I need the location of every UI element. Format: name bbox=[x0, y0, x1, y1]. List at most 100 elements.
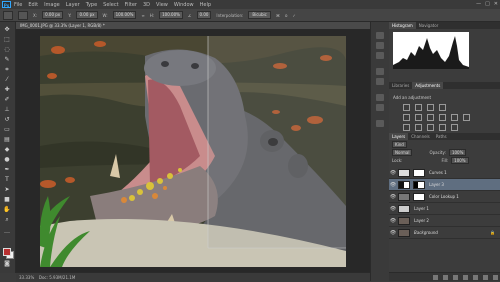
history-panel-icon[interactable] bbox=[376, 32, 384, 39]
layer-row[interactable]: 👁 Color Lookup 1 bbox=[389, 191, 500, 203]
brush-presets-panel-icon[interactable] bbox=[376, 52, 384, 59]
visibility-eye-icon[interactable]: 👁 bbox=[389, 206, 397, 212]
pen-tool-icon[interactable]: ✒ bbox=[3, 166, 11, 174]
menu-window[interactable]: Window bbox=[174, 2, 194, 8]
threshold-icon[interactable] bbox=[427, 124, 434, 131]
x-field[interactable]: 0.00 px bbox=[42, 11, 64, 19]
tab-navigator[interactable]: Navigator bbox=[416, 22, 442, 29]
brush-tool-icon[interactable]: ✐ bbox=[3, 96, 11, 104]
layer-row[interactable]: 👁 Layer 2 bbox=[389, 215, 500, 227]
selective-color-icon[interactable] bbox=[451, 124, 458, 131]
menu-3d[interactable]: 3D bbox=[143, 2, 150, 8]
quick-select-tool-icon[interactable]: ✎ bbox=[3, 56, 11, 64]
menu-view[interactable]: View bbox=[156, 2, 168, 8]
zoom-tool-icon[interactable]: ⌕ bbox=[3, 216, 11, 224]
menu-filter[interactable]: Filter bbox=[125, 2, 137, 8]
move-tool-icon[interactable]: ✥ bbox=[3, 26, 11, 34]
foreground-color-swatch[interactable] bbox=[3, 248, 11, 256]
menu-help[interactable]: Help bbox=[200, 2, 211, 8]
layer-row[interactable]: 👁 Curves 1 bbox=[389, 167, 500, 179]
tab-channels[interactable]: Channels bbox=[408, 133, 433, 140]
layer-mask-thumbnail[interactable] bbox=[413, 180, 425, 189]
gradient-tool-icon[interactable]: ▤ bbox=[3, 136, 11, 144]
new-group-icon[interactable] bbox=[473, 274, 478, 280]
eraser-tool-icon[interactable]: ▭ bbox=[3, 126, 11, 134]
tab-adjustments[interactable]: Adjustments bbox=[412, 82, 444, 89]
paragraph-panel-icon[interactable] bbox=[376, 78, 384, 85]
menu-image[interactable]: Image bbox=[44, 2, 60, 8]
visibility-eye-icon[interactable]: 👁 bbox=[389, 182, 397, 188]
info-panel-icon[interactable] bbox=[376, 94, 384, 101]
minimize-button[interactable]: — bbox=[476, 1, 481, 7]
visibility-eye-icon[interactable]: 👁 bbox=[389, 194, 397, 200]
levels-icon[interactable] bbox=[415, 104, 422, 111]
blur-tool-icon[interactable]: ◆ bbox=[3, 146, 11, 154]
menu-layer[interactable]: Layer bbox=[66, 2, 80, 8]
fx-icon[interactable] bbox=[443, 274, 448, 280]
tab-paths[interactable]: Paths bbox=[433, 133, 450, 140]
channel-mixer-icon[interactable] bbox=[463, 114, 470, 121]
maximize-button[interactable]: □ bbox=[485, 1, 490, 7]
brightness-contrast-icon[interactable] bbox=[403, 104, 410, 111]
fill-field[interactable]: 100% bbox=[451, 157, 469, 164]
menu-select[interactable]: Select bbox=[103, 2, 118, 8]
properties-panel-icon[interactable] bbox=[376, 42, 384, 49]
link-layers-icon[interactable] bbox=[433, 274, 438, 280]
eyedropper-tool-icon[interactable]: ⁄ bbox=[3, 76, 11, 84]
path-selection-tool-icon[interactable]: ➤ bbox=[3, 186, 11, 194]
quick-mask-icon[interactable]: ◙ bbox=[3, 260, 11, 268]
cancel-transform-icon[interactable]: ⦸ bbox=[285, 13, 288, 18]
character-panel-icon[interactable] bbox=[376, 68, 384, 75]
document-canvas[interactable] bbox=[40, 36, 346, 267]
actions-panel-icon[interactable] bbox=[376, 120, 384, 127]
delete-layer-icon[interactable] bbox=[493, 274, 498, 280]
more-tools-icon[interactable]: … bbox=[3, 228, 11, 236]
photo-filter-icon[interactable] bbox=[451, 114, 458, 121]
hand-tool-icon[interactable]: ✋ bbox=[3, 206, 11, 214]
gradient-map-icon[interactable] bbox=[439, 124, 446, 131]
visibility-eye-icon[interactable]: 👁 bbox=[389, 170, 397, 176]
tab-histogram[interactable]: Histogram bbox=[389, 22, 416, 29]
marquee-tool-icon[interactable]: ⬚ bbox=[3, 36, 11, 44]
swatches-panel-icon[interactable] bbox=[376, 104, 384, 111]
menu-type[interactable]: Type bbox=[86, 2, 97, 8]
new-adjustment-icon[interactable] bbox=[463, 274, 468, 280]
add-mask-icon[interactable] bbox=[453, 274, 458, 280]
kind-filter-select[interactable]: Kind bbox=[392, 141, 407, 148]
link-icon[interactable]: ∞ bbox=[141, 13, 144, 18]
menu-edit[interactable]: Edit bbox=[28, 2, 38, 8]
vibrance-icon[interactable] bbox=[403, 114, 410, 121]
exposure-icon[interactable] bbox=[439, 104, 446, 111]
layer-row-selected[interactable]: 👁 Layer 3 bbox=[389, 179, 500, 191]
layer-mask-thumbnail[interactable] bbox=[413, 192, 425, 201]
warp-icon[interactable]: ⌘ bbox=[276, 13, 280, 18]
visibility-eye-icon[interactable]: 👁 bbox=[389, 218, 397, 224]
layer-row[interactable]: 👁 Layer 1 bbox=[389, 203, 500, 215]
opacity-field[interactable]: 100% bbox=[448, 149, 467, 156]
interpolation-select[interactable]: Bicubic bbox=[248, 11, 271, 19]
zoom-level[interactable]: 33.33% bbox=[19, 275, 34, 280]
color-balance-icon[interactable] bbox=[427, 114, 434, 121]
menu-file[interactable]: File bbox=[14, 2, 22, 8]
posterize-icon[interactable] bbox=[415, 124, 422, 131]
close-button[interactable]: ✕ bbox=[494, 1, 498, 7]
layer-row[interactable]: 👁 Background 🔒 bbox=[389, 227, 500, 239]
tab-libraries[interactable]: Libraries bbox=[389, 82, 412, 89]
dodge-tool-icon[interactable]: ● bbox=[3, 156, 11, 164]
crop-tool-icon[interactable]: ⌗ bbox=[3, 66, 11, 74]
blend-mode-select[interactable]: Normal bbox=[392, 149, 413, 156]
y-field[interactable]: 0.00 px bbox=[76, 11, 98, 19]
shape-tool-icon[interactable]: ■ bbox=[3, 196, 11, 204]
hue-saturation-icon[interactable] bbox=[415, 114, 422, 121]
type-tool-icon[interactable]: T bbox=[3, 176, 11, 184]
history-brush-tool-icon[interactable]: ↺ bbox=[3, 116, 11, 124]
visibility-eye-icon[interactable]: 👁 bbox=[389, 230, 397, 236]
reference-point-icon[interactable] bbox=[18, 10, 28, 20]
healing-brush-tool-icon[interactable]: ✚ bbox=[3, 86, 11, 94]
clone-stamp-tool-icon[interactable]: ⊥ bbox=[3, 106, 11, 114]
invert-icon[interactable] bbox=[403, 124, 410, 131]
black-white-icon[interactable] bbox=[439, 114, 446, 121]
width-field[interactable]: 100.00% bbox=[112, 11, 137, 19]
angle-field[interactable]: 0.00 bbox=[196, 11, 212, 19]
tab-layers[interactable]: Layers bbox=[389, 133, 409, 140]
